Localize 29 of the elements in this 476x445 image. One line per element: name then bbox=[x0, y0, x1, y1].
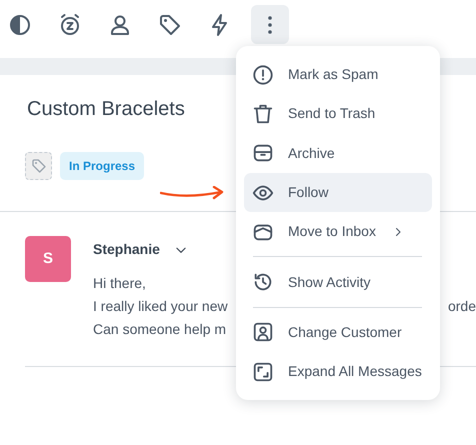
tag-icon bbox=[158, 12, 182, 36]
menu-item[interactable]: Mark as Spam bbox=[244, 55, 432, 94]
menu-item[interactable]: Show Activity bbox=[244, 262, 432, 302]
trash-icon bbox=[252, 102, 274, 125]
message-text: Can someone help m bbox=[93, 320, 226, 339]
menu-item[interactable]: Follow bbox=[244, 172, 432, 212]
menu-item[interactable]: Expand All Messages bbox=[244, 352, 432, 392]
tag-icon bbox=[30, 158, 46, 174]
more-icon bbox=[268, 16, 272, 34]
message-text: Hi there, bbox=[93, 274, 146, 293]
menu-item[interactable]: Send to Trash bbox=[244, 94, 432, 134]
alert-icon bbox=[252, 64, 274, 86]
menu-item[interactable]: Archive bbox=[244, 134, 432, 173]
user-icon bbox=[108, 12, 132, 36]
arrow bbox=[160, 186, 226, 200]
message-text: I really liked your new bbox=[93, 297, 228, 316]
message-text: orde bbox=[448, 297, 476, 316]
sender-name: Stephanie bbox=[93, 240, 160, 259]
archive-icon bbox=[252, 142, 274, 164]
avatar: S bbox=[25, 236, 71, 282]
menu-item[interactable]: Change Customer bbox=[244, 312, 432, 352]
conversation-title: Custom Bracelets bbox=[27, 97, 185, 121]
expand-icon bbox=[252, 360, 274, 383]
alarm-clock-icon bbox=[58, 12, 82, 36]
menu-item[interactable]: Move to Inbox bbox=[244, 212, 432, 252]
contrast-icon bbox=[8, 12, 32, 36]
status-tag: In Progress bbox=[60, 152, 144, 180]
history-icon bbox=[252, 271, 274, 294]
customer-icon bbox=[252, 321, 274, 344]
